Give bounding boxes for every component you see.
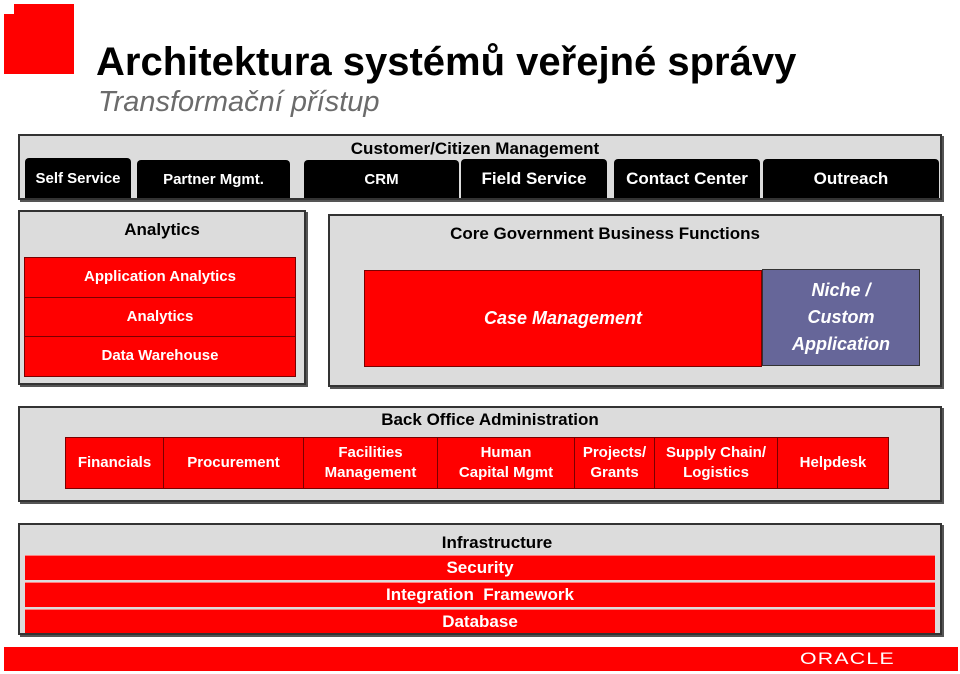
infrastructure-layer-security[interactable]: Security xyxy=(25,555,935,580)
tab-outreach[interactable]: Outreach xyxy=(763,159,939,198)
tab-partner-mgmt[interactable]: Partner Mgmt. xyxy=(137,160,290,198)
niche-custom-application-block[interactable]: Niche / Custom Application xyxy=(762,269,920,366)
customer-management-label: Customer/Citizen Management xyxy=(350,139,600,158)
core-functions-label: Core Government Business Functions xyxy=(450,224,760,243)
niche-line-1: Niche / xyxy=(811,280,871,300)
item-line-1: Financials xyxy=(77,453,152,471)
item-line-2: Management xyxy=(324,464,417,481)
back-office-item-projects-grants[interactable]: Projects/ Grants xyxy=(574,437,655,489)
infrastructure-layer-database[interactable]: Database xyxy=(25,609,935,633)
tab-contact-center[interactable]: Contact Center xyxy=(614,159,760,198)
item-line-1: Facilities xyxy=(338,443,403,461)
item-line-2: Grants xyxy=(590,464,639,481)
back-office-item-procurement[interactable]: Procurement xyxy=(163,437,304,489)
page-subtitle: Transformační přístup xyxy=(98,86,380,118)
back-office-item-helpdesk[interactable]: Helpdesk xyxy=(777,437,889,489)
back-office-label: Back Office Administration xyxy=(381,410,599,429)
analytics-item-analytics[interactable]: Analytics xyxy=(24,297,296,337)
niche-line-3: Application xyxy=(792,334,890,354)
analytics-label: Analytics xyxy=(124,220,200,239)
tab-self-service[interactable]: Self Service xyxy=(25,158,131,198)
infrastructure-layer-integration-framework[interactable]: Integration Framework xyxy=(25,582,935,607)
analytics-item-application-analytics[interactable]: Application Analytics xyxy=(24,257,296,298)
item-line-2: Logistics xyxy=(683,464,749,481)
analytics-item-data-warehouse[interactable]: Data Warehouse xyxy=(24,336,296,377)
logo-notch xyxy=(4,4,14,14)
page-title: Architektura systémů veřejné správy xyxy=(96,40,797,84)
oracle-logo: ORACLE xyxy=(800,649,895,668)
tab-crm[interactable]: CRM xyxy=(304,160,459,198)
back-office-item-supply-chain-logistics[interactable]: Supply Chain/ Logistics xyxy=(654,437,778,489)
item-line-1: Procurement xyxy=(187,453,280,471)
item-line-1: Projects/ xyxy=(582,443,647,461)
item-line-1: Supply Chain/ xyxy=(665,443,766,461)
niche-line-2: Custom xyxy=(807,307,875,327)
logo-red-square xyxy=(4,4,74,74)
back-office-item-facilities-management[interactable]: Facilities Management xyxy=(303,437,438,489)
case-management-block[interactable]: Case Management xyxy=(364,270,762,367)
back-office-item-financials[interactable]: Financials xyxy=(65,437,164,489)
item-line-1: Human xyxy=(480,443,532,461)
item-line-1: Helpdesk xyxy=(799,453,867,471)
back-office-item-human-capital-mgmt[interactable]: Human Capital Mgmt xyxy=(437,437,575,489)
tab-field-service[interactable]: Field Service xyxy=(461,159,607,198)
item-line-2: Capital Mgmt xyxy=(458,464,554,481)
infrastructure-label: Infrastructure xyxy=(441,533,553,552)
